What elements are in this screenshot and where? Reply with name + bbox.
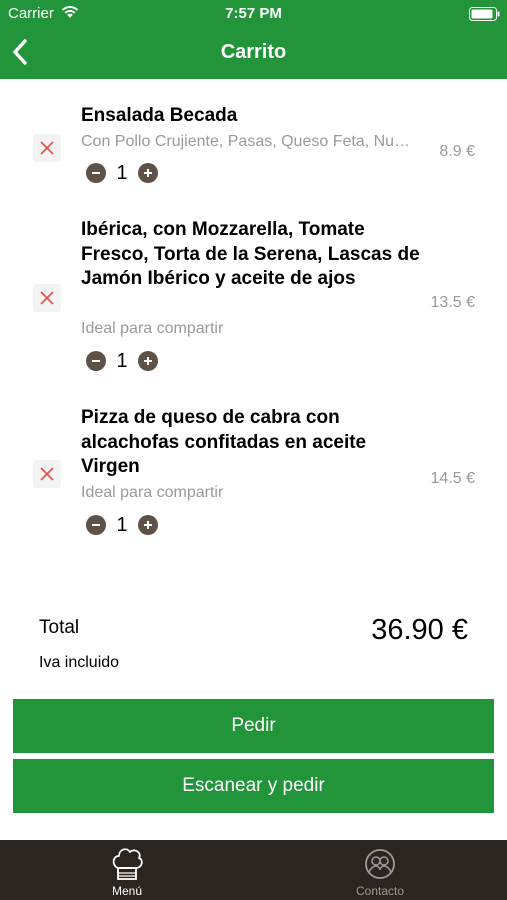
header: Carrier 7:57 PM Carrito bbox=[0, 0, 507, 79]
minus-icon bbox=[92, 360, 100, 362]
total-value: 36.90 € bbox=[371, 614, 468, 646]
item-description: Ideal para compartir bbox=[81, 320, 224, 337]
close-icon bbox=[40, 291, 54, 305]
battery-icon bbox=[469, 7, 500, 21]
total-label: Total bbox=[39, 617, 80, 638]
item-price: 13.5 € bbox=[430, 294, 475, 311]
tab-bar: Menú Contacto bbox=[0, 840, 507, 900]
quantity-stepper: 1 bbox=[86, 350, 166, 372]
item-name: Ibérica, con Mozzarella, Tomate Fresco, … bbox=[81, 219, 420, 289]
tab-menu-label: Menú bbox=[111, 884, 143, 898]
contact-people-icon bbox=[365, 849, 395, 879]
quantity-stepper: 1 bbox=[86, 514, 166, 536]
remove-item-button[interactable] bbox=[33, 134, 61, 162]
remove-item-button[interactable] bbox=[33, 284, 61, 312]
item-name: Pizza de queso de cabra con alcachofas c… bbox=[81, 407, 367, 477]
minus-icon bbox=[92, 172, 100, 174]
item-description: Ideal para compartir bbox=[81, 484, 224, 501]
plus-icon bbox=[144, 521, 152, 529]
increase-quantity-button[interactable] bbox=[138, 515, 158, 535]
quantity-value: 1 bbox=[116, 514, 128, 536]
quantity-value: 1 bbox=[116, 162, 128, 184]
remove-item-button[interactable] bbox=[33, 460, 61, 488]
decrease-quantity-button[interactable] bbox=[86, 515, 106, 535]
cart-item: Pizza de queso de cabra con alcachofas c… bbox=[0, 388, 507, 548]
item-price: 8.9 € bbox=[439, 143, 475, 160]
nav-bar: Carrito bbox=[0, 28, 507, 79]
minus-icon bbox=[92, 524, 100, 526]
tab-contact-label: Contacto bbox=[355, 884, 405, 898]
status-bar: Carrier 7:57 PM bbox=[0, 0, 507, 28]
chef-hat-icon bbox=[112, 848, 143, 880]
vat-note: Iva incluido bbox=[39, 654, 120, 671]
decrease-quantity-button[interactable] bbox=[86, 163, 106, 183]
item-price: 14.5 € bbox=[430, 470, 475, 487]
cart-item: Ibérica, con Mozzarella, Tomate Fresco, … bbox=[0, 200, 507, 388]
plus-icon bbox=[144, 169, 152, 177]
scan-and-order-button[interactable]: Escanear y pedir bbox=[13, 759, 494, 813]
quantity-value: 1 bbox=[116, 350, 128, 372]
plus-icon bbox=[144, 357, 152, 365]
item-description: Con Pollo Crujiente, Pasas, Queso Feta, … bbox=[81, 133, 411, 150]
decrease-quantity-button[interactable] bbox=[86, 351, 106, 371]
close-icon bbox=[40, 141, 54, 155]
order-button[interactable]: Pedir bbox=[13, 699, 494, 753]
increase-quantity-button[interactable] bbox=[138, 351, 158, 371]
tab-menu[interactable]: Menú bbox=[0, 840, 254, 900]
close-icon bbox=[40, 467, 54, 481]
status-time: 7:57 PM bbox=[225, 5, 282, 22]
increase-quantity-button[interactable] bbox=[138, 163, 158, 183]
tab-contact[interactable]: Contacto bbox=[253, 840, 507, 900]
item-name: Ensalada Becada bbox=[81, 105, 238, 126]
quantity-stepper: 1 bbox=[86, 162, 166, 184]
cart-item: Ensalada Becada Con Pollo Crujiente, Pas… bbox=[0, 79, 507, 200]
page-title: Carrito bbox=[220, 41, 287, 63]
